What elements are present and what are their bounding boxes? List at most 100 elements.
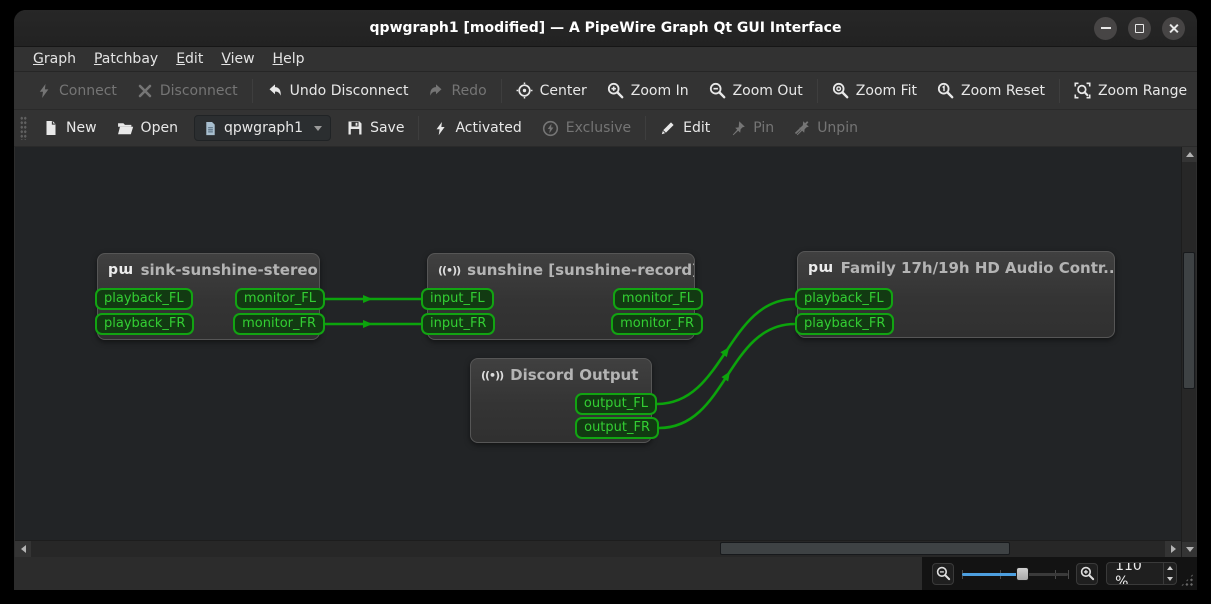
- spin-up-button[interactable]: [1164, 563, 1176, 574]
- graph-canvas-area: sink-sunshine-stereo playback_FL playbac…: [15, 147, 1197, 557]
- zoom-panel: 110 %: [922, 557, 1197, 590]
- zoom-slider[interactable]: [962, 564, 1069, 584]
- toolbar-drag-handle[interactable]: [20, 116, 27, 140]
- port-input_FR[interactable]: input_FR: [421, 313, 496, 335]
- pin-button[interactable]: Pin: [720, 114, 784, 142]
- zoom-range-icon: [1074, 82, 1091, 99]
- zoom-fit-icon: [832, 82, 849, 99]
- port-monitor_FR[interactable]: monitor_FR: [611, 313, 703, 335]
- toolbar-separator: [500, 78, 502, 103]
- menu-graph[interactable]: Graph: [24, 49, 85, 69]
- patchbay-select-value: qpwgraph1: [223, 120, 304, 136]
- maximize-button[interactable]: [1128, 16, 1151, 40]
- zoom-range-button[interactable]: Zoom Range: [1064, 76, 1197, 105]
- spin-down-button[interactable]: [1164, 574, 1176, 585]
- zoom-out-icon: [936, 566, 951, 581]
- wire-arrowhead: [363, 295, 373, 303]
- exclusive-button[interactable]: Exclusive: [532, 114, 641, 143]
- zoom-slider-handle[interactable]: [1016, 566, 1030, 581]
- node-title: Discord Output: [510, 366, 639, 384]
- scroll-down-button[interactable]: [1182, 542, 1197, 557]
- port-monitor_FL[interactable]: monitor_FL: [234, 288, 325, 310]
- port-playback_FR[interactable]: playback_FR: [795, 313, 895, 335]
- zoom-out-button[interactable]: Zoom Out: [699, 76, 813, 105]
- arrow-down-icon: [1166, 576, 1173, 581]
- arrow-up-icon: [1185, 152, 1194, 157]
- toolbar-separator: [1058, 78, 1060, 103]
- titlebar: qpwgraph1 [modified] — A PipeWire Graph …: [14, 10, 1197, 47]
- scroll-right-button[interactable]: [1165, 541, 1181, 557]
- toolbar-separator: [645, 116, 647, 140]
- unpin-button[interactable]: Unpin: [784, 114, 868, 142]
- zoom-in-button[interactable]: Zoom In: [597, 76, 699, 105]
- port-monitor_FL[interactable]: monitor_FL: [612, 288, 703, 310]
- menu-view[interactable]: View: [212, 49, 263, 69]
- port-output_FR[interactable]: output_FR: [575, 417, 659, 439]
- port-input_FL[interactable]: input_FL: [421, 288, 494, 310]
- slider-tick: [1068, 569, 1069, 579]
- menu-edit[interactable]: Edit: [167, 49, 212, 69]
- horizontal-scroll-thumb[interactable]: [720, 542, 1010, 555]
- minimize-button[interactable]: [1094, 16, 1117, 40]
- unpin-icon: [794, 120, 810, 136]
- toolbar-edit: Connect Disconnect Undo Disconnect Redo …: [14, 72, 1197, 110]
- port-playback_FL[interactable]: playback_FL: [795, 288, 893, 310]
- vertical-scroll-thumb[interactable]: [1183, 252, 1195, 389]
- activated-button[interactable]: Activated: [423, 114, 531, 142]
- pipewire-icon: [808, 260, 834, 276]
- slider-fill: [962, 572, 1023, 576]
- port-output_FL[interactable]: output_FL: [574, 393, 657, 415]
- open-button[interactable]: Open: [107, 114, 188, 143]
- chevron-down-icon: [314, 125, 323, 131]
- scroll-up-button[interactable]: [1182, 147, 1197, 162]
- new-button[interactable]: New: [33, 114, 107, 142]
- port-playback_FL[interactable]: playback_FL: [95, 288, 193, 310]
- connect-button[interactable]: Connect: [26, 77, 127, 105]
- toolbar-file: New Open qpwgraph1 Save Activated Exclus…: [14, 110, 1197, 147]
- edit-button[interactable]: Edit: [650, 114, 720, 142]
- menu-patchbay[interactable]: Patchbay: [85, 49, 167, 69]
- zoom-reset-button[interactable]: Zoom Reset: [927, 76, 1055, 105]
- zoom-fit-button[interactable]: Zoom Fit: [822, 76, 927, 105]
- save-button[interactable]: Save: [337, 114, 414, 142]
- connection-wires: [325, 295, 796, 430]
- port-playback_FR[interactable]: playback_FR: [95, 313, 195, 335]
- menu-help[interactable]: Help: [264, 49, 314, 69]
- connect-icon: [36, 83, 52, 99]
- arrow-up-icon: [1166, 566, 1173, 571]
- scroll-left-button[interactable]: [15, 541, 31, 557]
- zoom-reset-icon: [937, 82, 954, 99]
- broadcast-icon: [481, 369, 503, 382]
- statusbar-zoom-out-button[interactable]: [932, 562, 955, 585]
- toolbar-separator: [251, 78, 253, 103]
- statusbar-zoom-in-button[interactable]: [1076, 562, 1099, 585]
- redo-icon: [428, 83, 444, 99]
- zoom-spinbox[interactable]: 110 %: [1106, 562, 1178, 585]
- node-title: Family 17h/19h HD Audio Contr...: [840, 259, 1114, 277]
- port-monitor_FR[interactable]: monitor_FR: [233, 313, 325, 335]
- patchbay-file-icon: [203, 121, 218, 136]
- undo-icon: [267, 83, 283, 99]
- activated-bolt-icon: [433, 121, 448, 136]
- patchbay-select[interactable]: qpwgraph1: [193, 115, 332, 141]
- disconnect-button[interactable]: Disconnect: [127, 77, 248, 105]
- arrow-down-icon: [1185, 547, 1194, 552]
- horizontal-scrollbar[interactable]: [15, 540, 1181, 557]
- toolbar-separator: [418, 116, 420, 140]
- window-title: qpwgraph1 [modified] — A PipeWire Graph …: [369, 20, 842, 36]
- center-icon: [516, 82, 533, 99]
- toolbar-separator: [816, 78, 818, 103]
- redo-button[interactable]: Redo: [418, 77, 496, 105]
- close-button[interactable]: [1162, 16, 1185, 40]
- graph-canvas[interactable]: sink-sunshine-stereo playback_FL playbac…: [15, 147, 1181, 540]
- node-title: sink-sunshine-stereo: [140, 261, 318, 279]
- new-file-icon: [43, 120, 59, 136]
- center-button[interactable]: Center: [506, 76, 597, 105]
- vertical-scrollbar[interactable]: [1181, 147, 1197, 557]
- save-icon: [347, 120, 363, 136]
- undo-disconnect-button[interactable]: Undo Disconnect: [257, 77, 419, 105]
- disconnect-icon: [137, 83, 153, 99]
- app-window: qpwgraph1 [modified] — A PipeWire Graph …: [14, 10, 1197, 590]
- maximize-icon: [1135, 23, 1144, 33]
- minimize-icon: [1100, 27, 1111, 29]
